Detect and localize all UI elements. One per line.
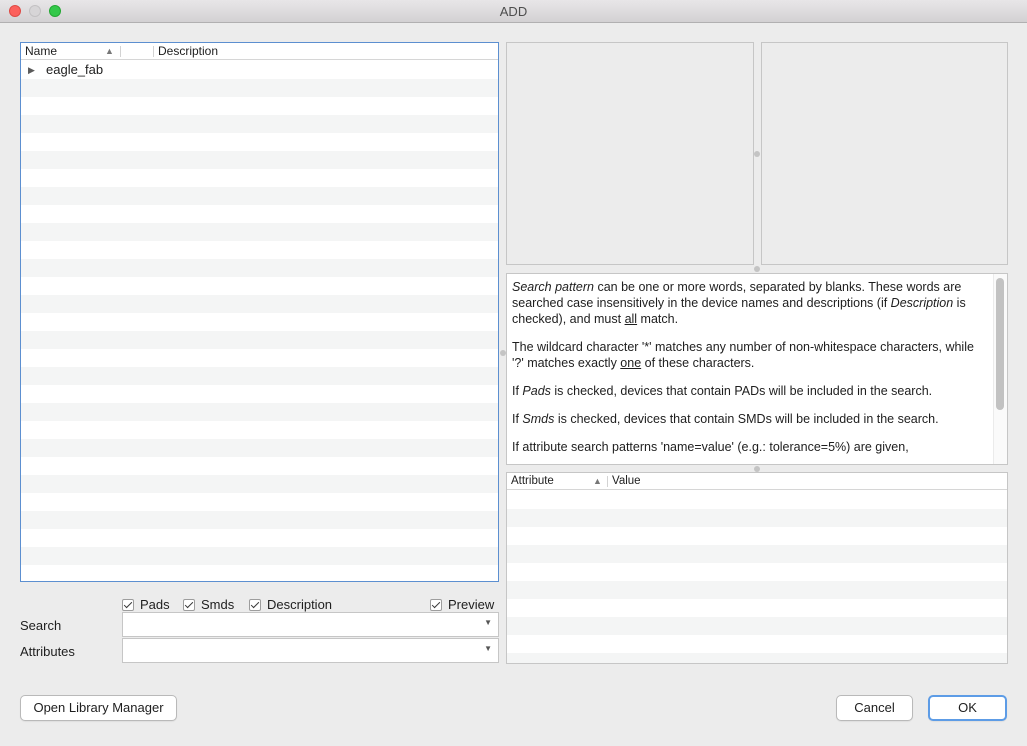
checkmark-icon [122, 599, 134, 611]
sort-ascending-icon: ▲ [593, 476, 602, 486]
help-paragraph: Search pattern can be one or more words,… [512, 280, 966, 326]
sort-ascending-icon: ▲ [105, 46, 114, 56]
checkmark-icon [430, 599, 442, 611]
zoom-window-icon[interactable] [49, 5, 61, 17]
scrollbar-thumb[interactable] [996, 278, 1004, 410]
help-paragraph: If Pads is checked, devices that contain… [512, 384, 933, 398]
disclosure-triangle-icon[interactable]: ▶ [28, 61, 35, 79]
attribute-table-header: Attribute ▲ Value [507, 473, 1007, 490]
tree-rows: ▶ eagle_fab [21, 61, 498, 581]
splitter-handle-vertical[interactable] [754, 151, 760, 157]
column-header-attribute[interactable]: Attribute [507, 473, 554, 490]
tree-row-eagle-fab[interactable]: ▶ eagle_fab [21, 61, 498, 79]
cancel-button[interactable]: Cancel [836, 695, 913, 721]
tree-header: Name ▲ Description [21, 43, 498, 60]
preview-pane-package [761, 42, 1008, 265]
window-title: ADD [499, 4, 528, 19]
help-paragraph: If attribute search patterns 'name=value… [512, 440, 909, 454]
checkmark-icon [249, 599, 261, 611]
column-header-value[interactable]: Value [608, 473, 641, 490]
column-separator [120, 46, 121, 57]
help-scrollbar[interactable] [993, 274, 1007, 464]
splitter-handle-horizontal[interactable] [754, 266, 760, 272]
open-library-manager-button[interactable]: Open Library Manager [20, 695, 177, 721]
attributes-combobox[interactable]: ▼ [122, 638, 499, 663]
help-paragraph: If Smds is checked, devices that contain… [512, 412, 939, 426]
title-bar: ADD [0, 0, 1027, 23]
preview-checkbox[interactable]: Preview [430, 597, 494, 613]
help-paragraph: The wildcard character '*' matches any n… [512, 340, 974, 370]
search-help-text: Search pattern can be one or more words,… [506, 273, 1008, 465]
attribute-table[interactable]: Attribute ▲ Value [506, 472, 1008, 664]
description-checkbox[interactable]: Description [249, 597, 332, 613]
chevron-down-icon[interactable]: ▼ [484, 644, 492, 653]
column-header-name[interactable]: Name [21, 43, 57, 60]
pads-checkbox[interactable]: Pads [122, 597, 170, 613]
search-label: Search [20, 618, 62, 633]
library-tree[interactable]: Name ▲ Description ▶ eagle_fab [20, 42, 499, 582]
close-window-icon[interactable] [9, 5, 21, 17]
column-header-description[interactable]: Description [154, 43, 218, 60]
attribute-rows [507, 491, 1007, 663]
tree-row-label: eagle_fab [46, 62, 104, 77]
minimize-window-icon[interactable] [29, 5, 41, 17]
smds-checkbox[interactable]: Smds [183, 597, 234, 613]
checkmark-icon [183, 599, 195, 611]
attributes-label: Attributes [20, 644, 75, 659]
chevron-down-icon[interactable]: ▼ [484, 618, 492, 627]
ok-button[interactable]: OK [928, 695, 1007, 721]
preview-pane-symbol [506, 42, 754, 265]
search-combobox[interactable]: ▼ [122, 612, 499, 637]
